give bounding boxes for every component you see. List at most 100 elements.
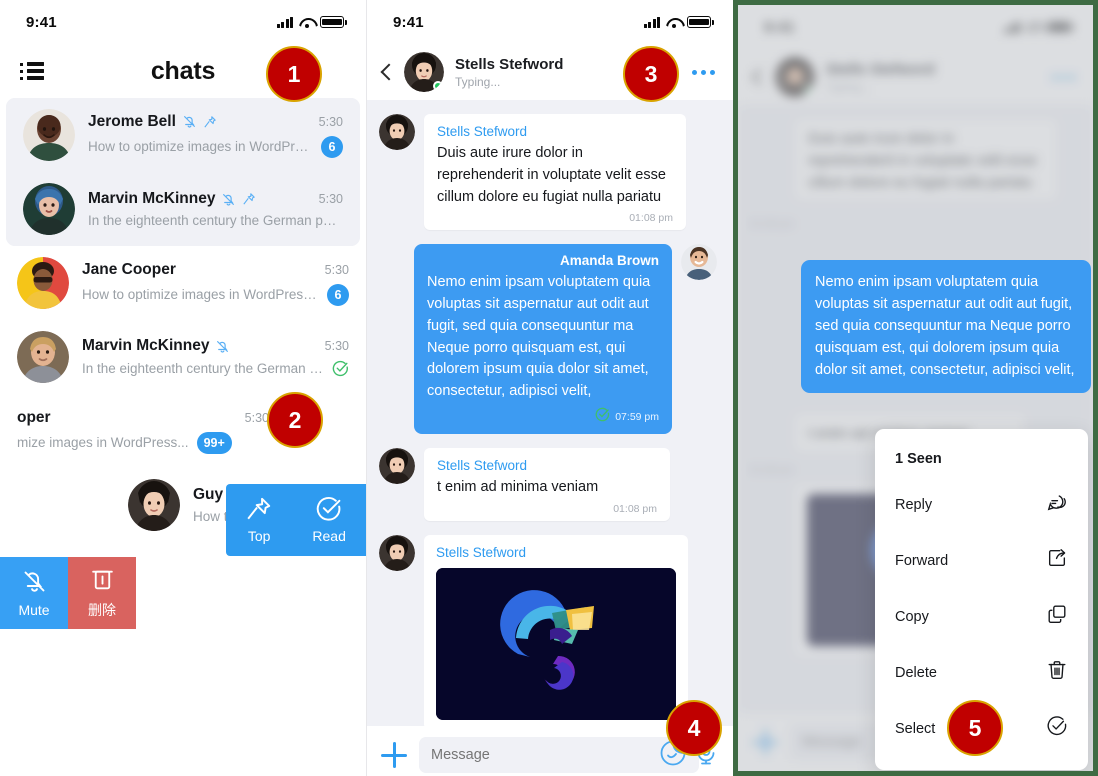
list-item[interactable]: Jane Cooper 5:30 How to optimize images …: [0, 246, 366, 320]
swipe-action-delete-label: 删除: [88, 602, 116, 618]
unread-badge: 99+: [196, 431, 232, 454]
timestamp: 5:30: [324, 339, 349, 353]
swipe-actions-top-read: Top Read: [226, 484, 366, 556]
contact-name: Jerome Bell: [88, 112, 176, 130]
swipe-action-delete[interactable]: 删除: [68, 557, 136, 629]
pin-icon: [247, 497, 271, 520]
avatar: [379, 447, 415, 484]
context-menu-label: Select: [895, 720, 936, 737]
mute-bell-icon: [221, 192, 236, 207]
context-menu-screen: 9:41 Stells Stefword Typing... Duis aute…: [733, 0, 1098, 776]
annotation-marker-5: 5: [947, 700, 1003, 756]
conversation-screen: 9:41 Stells Stefword Typing... Stells St…: [366, 0, 733, 776]
forward-share-icon: [1046, 547, 1068, 574]
status-indicators: [643, 16, 714, 28]
signal-bars-icon: [643, 16, 660, 28]
conversation-status: Typing...: [455, 74, 501, 89]
message-footer: 01:08 pm: [437, 212, 673, 224]
mute-bell-icon: [182, 114, 197, 129]
screenshot-stage: 9:41 chats Jerome Bell 5:30 How to optim…: [0, 0, 1098, 776]
context-menu-label: Reply: [895, 496, 933, 513]
trash-icon: [1046, 659, 1068, 686]
mute-bell-icon: [215, 339, 230, 354]
contact-name: Marvin McKinney: [82, 337, 210, 354]
message-bubble[interactable]: Stells Stefword t enim ad minima veniam …: [424, 447, 670, 521]
message-bubble[interactable]: Stells Stefword Duis aute irure dolor in…: [424, 114, 686, 231]
message-bubble[interactable]: Amanda Brown Nemo enim ipsam voluptatem …: [414, 244, 672, 434]
message-preview: mize images in WordPress...: [17, 435, 189, 450]
list-item-body: Jerome Bell 5:30 How to optimize images …: [88, 113, 343, 158]
list-item-body: Marvin McKinney 5:30 In the eighteenth c…: [82, 337, 349, 377]
list-item[interactable]: Jerome Bell 5:30 How to optimize images …: [6, 98, 360, 172]
list-menu-icon[interactable]: [20, 62, 44, 80]
annotation-marker-1: 1: [266, 46, 322, 102]
list-item-title-row: Marvin McKinney 5:30: [82, 337, 349, 355]
annotation-marker-2: 2: [267, 392, 323, 448]
avatar: [681, 244, 717, 281]
message-input[interactable]: [419, 737, 699, 773]
message-footer: 01:08 pm: [437, 503, 657, 515]
message-sender: Stells Stefword: [437, 457, 528, 473]
check-circle-icon: [1046, 715, 1068, 742]
battery-icon: [687, 16, 714, 28]
conversation-contact-name: Stells Stefword: [455, 55, 564, 73]
status-bar-middle: 9:41: [367, 0, 733, 44]
swipe-action-top-label: Top: [247, 528, 271, 544]
message-outgoing: Amanda Brown Nemo enim ipsam voluptatem …: [367, 244, 733, 448]
message-text: t enim ad minima veniam: [437, 478, 599, 495]
contact-name: oper: [17, 408, 51, 426]
swipe-actions-mute-delete: Mute 删除: [0, 557, 136, 629]
plus-icon[interactable]: [381, 742, 407, 768]
more-dots-icon[interactable]: [692, 69, 715, 75]
message-thread: Stells Stefword Duis aute irure dolor in…: [367, 100, 733, 776]
swipe-action-mute[interactable]: Mute: [0, 557, 68, 629]
avatar: [379, 114, 415, 150]
status-indicators: [276, 16, 347, 28]
swipe-action-top[interactable]: Top: [246, 496, 272, 544]
message-text: Duis aute irure dolor in reprehenderit i…: [437, 145, 666, 205]
message-time: 01:08 pm: [629, 212, 673, 225]
message-bubble[interactable]: Stells Stefword: [424, 534, 688, 730]
check-circle-icon: [332, 360, 349, 377]
swipe-action-read[interactable]: Read: [312, 496, 346, 544]
message-incoming: Stells Stefword t enim ad minima veniam …: [367, 447, 733, 535]
message-image[interactable]: [436, 567, 676, 720]
message-text: Nemo enim ipsam voluptatem quia voluptas…: [427, 274, 651, 399]
pin-icon: [242, 192, 256, 206]
list-item[interactable]: Marvin McKinney 5:30 In the eighteenth c…: [0, 320, 366, 394]
check-circle-icon: [595, 407, 610, 427]
context-menu-item-reply[interactable]: Reply: [895, 491, 1068, 547]
timestamp: 5:30: [318, 192, 343, 206]
context-menu-item-copy[interactable]: Copy: [895, 603, 1068, 659]
unread-badge: 6: [327, 283, 349, 306]
message-sender: Amanda Brown: [559, 253, 659, 269]
mute-bell-icon: [24, 571, 44, 592]
message-footer: 07:59 pm: [427, 407, 659, 427]
avatar: [17, 257, 69, 309]
context-menu-label: Forward: [895, 552, 949, 569]
message-preview: In the eighteenth century the German phi…: [88, 213, 343, 228]
trash-icon: [91, 570, 113, 590]
list-item-title-row: Jerome Bell 5:30: [88, 113, 343, 131]
check-circle-icon: [316, 497, 341, 521]
back-chevron-icon[interactable]: [381, 62, 393, 82]
avatar: [17, 331, 69, 383]
message-sender: Stells Stefword: [437, 124, 528, 139]
chat-rows-highlighted-group: Jerome Bell 5:30 How to optimize images …: [6, 98, 360, 246]
conversation-title-block: Stells Stefword Typing...: [455, 56, 563, 89]
message-incoming: Stells Stefword Duis aute irure dolor in…: [367, 114, 733, 244]
avatar: [128, 479, 180, 531]
message-time: 01:08 pm: [613, 502, 657, 515]
list-item-preview-row: In the eighteenth century the German phi…: [88, 213, 343, 228]
list-item[interactable]: Marvin McKinney 5:30 In the eighteenth c…: [6, 172, 360, 246]
unread-badge: 6: [321, 135, 343, 158]
context-menu-item-forward[interactable]: Forward: [895, 547, 1068, 603]
avatar: [23, 109, 75, 161]
timestamp: 5:30: [324, 262, 349, 277]
signal-bars-icon: [276, 16, 293, 28]
annotation-marker-3: 3: [623, 46, 679, 102]
avatar[interactable]: [404, 52, 444, 92]
focused-message-bubble[interactable]: Nemo enim ipsam voluptatem quia voluptas…: [801, 260, 1091, 394]
chats-list-screen: 9:41 chats Jerome Bell 5:30 How to optim…: [0, 0, 366, 776]
status-time: 9:41: [26, 13, 57, 31]
